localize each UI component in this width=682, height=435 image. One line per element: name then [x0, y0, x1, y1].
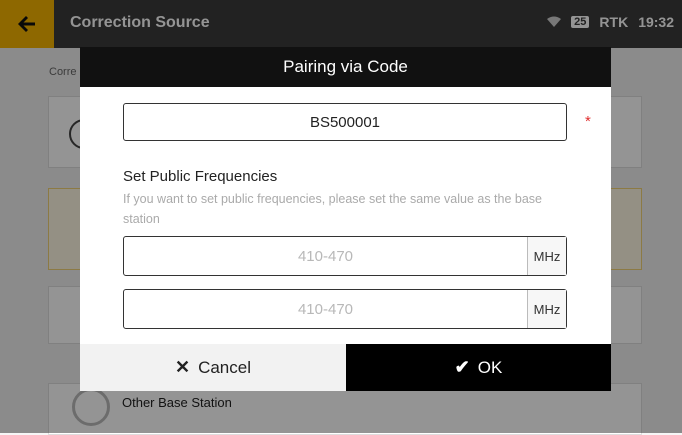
- close-icon: ✕: [174, 357, 191, 377]
- pairing-code-field[interactable]: BS500001: [123, 103, 567, 141]
- frequency-unit-2: MHz: [527, 290, 566, 328]
- frequency-hint: If you want to set public frequencies, p…: [123, 192, 543, 226]
- ok-label: OK: [477, 357, 503, 377]
- frequency-field-1: MHz: [123, 236, 567, 276]
- dialog-title: Pairing via Code: [283, 57, 408, 76]
- ok-button[interactable]: ✔ OK: [346, 344, 611, 391]
- required-mark: *: [585, 113, 591, 130]
- check-icon: ✔: [454, 357, 470, 377]
- pairing-code-value: BS500001: [309, 113, 381, 131]
- frequency-input-2[interactable]: [124, 290, 527, 328]
- pairing-dialog: Pairing via Code BS500001 * Set Public F…: [80, 47, 611, 391]
- frequency-field-2: MHz: [123, 289, 567, 329]
- section-title: Set Public Frequencies: [123, 168, 278, 185]
- frequency-unit-1: MHz: [527, 237, 566, 275]
- cancel-label: Cancel: [198, 357, 251, 377]
- dialog-header: Pairing via Code: [80, 47, 611, 87]
- dialog-footer: ✕ Cancel ✔ OK: [80, 344, 611, 391]
- frequency-input-1[interactable]: [124, 237, 527, 275]
- cancel-button[interactable]: ✕ Cancel: [80, 344, 346, 391]
